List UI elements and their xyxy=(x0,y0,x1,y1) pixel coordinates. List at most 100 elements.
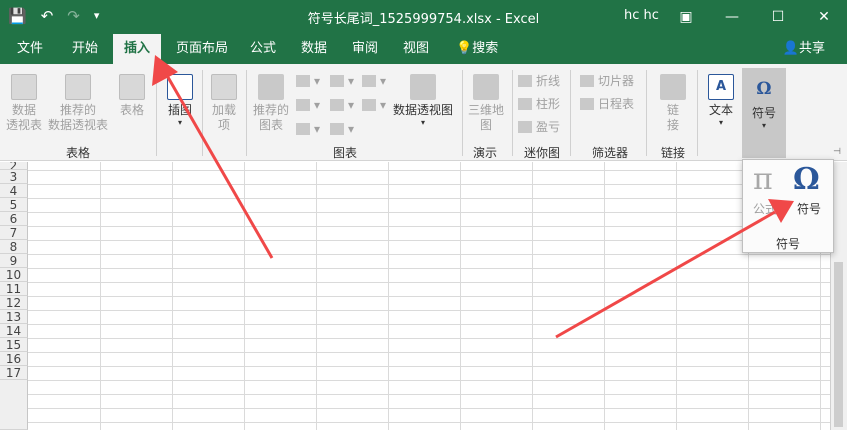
sparkline-line-button[interactable]: 折线 xyxy=(518,72,560,90)
row-header[interactable]: 12 xyxy=(0,296,28,310)
row-header[interactable]: 4 xyxy=(0,184,28,198)
illustrations-button[interactable]: 插图 ▾ xyxy=(163,74,197,128)
group-label-filters: 筛选器 xyxy=(591,146,628,160)
3d-map-button[interactable]: 三维地 图 xyxy=(466,74,506,133)
row-header[interactable]: 15 xyxy=(0,338,28,352)
statistic-chart-button[interactable]: ▾ xyxy=(330,96,354,114)
grid-line xyxy=(28,226,830,227)
grid-line xyxy=(28,352,830,353)
line-chart-icon xyxy=(296,99,310,111)
row-header[interactable]: 11 xyxy=(0,282,28,296)
save-icon[interactable]: 💾 xyxy=(8,6,27,26)
row-header[interactable]: 7 xyxy=(0,226,28,240)
row-header[interactable]: 9 xyxy=(0,254,28,268)
link-label-1: 链 xyxy=(666,103,679,117)
tab-data[interactable]: 数据 xyxy=(290,34,338,64)
minimize-icon[interactable]: — xyxy=(709,0,755,34)
pivottable-button[interactable]: 数据 透视表 xyxy=(4,74,44,133)
row-header[interactable]: 6 xyxy=(0,212,28,226)
tab-page-layout[interactable]: 页面布局 xyxy=(165,34,239,64)
quick-access-toolbar: 💾 ↶ ↷ ▾ xyxy=(8,6,99,26)
addins-label-1: 加载 xyxy=(211,103,236,117)
recommended-charts-button[interactable]: 推荐的 图表 xyxy=(250,74,292,133)
timeline-icon xyxy=(580,98,594,110)
slicer-button[interactable]: 切片器 xyxy=(580,72,634,90)
equation-icon[interactable]: π xyxy=(753,162,773,197)
close-icon[interactable]: ✕ xyxy=(801,0,847,34)
sparkline-winloss-button[interactable]: 盈亏 xyxy=(518,118,560,136)
tab-review[interactable]: 审阅 xyxy=(341,34,389,64)
combo-chart-button[interactable]: ▾ xyxy=(362,96,386,114)
pie-chart-icon xyxy=(296,123,310,135)
worksheet-grid[interactable]: 2 3 4 5 6 7 8 9 10 11 12 13 14 15 16 17 xyxy=(0,162,830,430)
row-header[interactable]: 2 xyxy=(0,162,28,170)
grid-line xyxy=(244,162,245,430)
illustrations-label: 插图 xyxy=(167,103,192,117)
collapse-ribbon-icon[interactable]: ⊣ xyxy=(833,147,841,157)
line-chart-button[interactable]: ▾ xyxy=(296,96,320,114)
text-label: 文本 xyxy=(708,103,733,117)
group-label-sparklines: 迷你图 xyxy=(523,146,560,160)
pivotchart-button[interactable]: 数据透视图 ▾ xyxy=(392,74,454,128)
maximize-icon[interactable]: ☐ xyxy=(755,0,801,34)
timeline-label: 日程表 xyxy=(598,97,635,111)
undo-icon[interactable]: ↶ xyxy=(41,6,54,26)
sparkline-column-icon xyxy=(518,98,532,110)
grid-line xyxy=(28,282,830,283)
row-header[interactable]: 16 xyxy=(0,352,28,366)
addins-button[interactable]: 加载 项 xyxy=(206,74,242,133)
row-header[interactable]: 17 xyxy=(0,366,28,380)
slicer-label: 切片器 xyxy=(598,74,635,88)
user-name[interactable]: hc hc xyxy=(624,8,659,23)
ribbon-display-icon[interactable]: ▣ xyxy=(663,0,709,34)
sparkline-column-button[interactable]: 柱形 xyxy=(518,95,560,113)
recommended-pivottable-button[interactable]: 推荐的 数据透视表 xyxy=(46,74,110,133)
hierarchy-chart-icon xyxy=(330,75,344,87)
tab-file[interactable]: 文件 xyxy=(6,34,54,64)
ribbon-insert: 数据 透视表 推荐的 数据透视表 表格 表格 插图 ▾ 加载 项 推荐的 图表 … xyxy=(0,64,847,161)
row-header[interactable]: 8 xyxy=(0,240,28,254)
row-header[interactable]: 10 xyxy=(0,268,28,282)
row-header[interactable]: 14 xyxy=(0,324,28,338)
grid-line xyxy=(28,240,830,241)
symbol-icon[interactable]: Ω xyxy=(793,162,820,197)
grid-line xyxy=(28,422,830,423)
grid-line xyxy=(28,254,830,255)
group-separator xyxy=(570,70,571,156)
tab-home[interactable]: 开始 xyxy=(61,34,109,64)
sparkline-line-icon xyxy=(518,75,532,87)
sparkline-winloss-label: 盈亏 xyxy=(536,120,561,134)
recommended-pivottable-icon xyxy=(65,74,91,100)
pie-chart-button[interactable]: ▾ xyxy=(296,120,320,138)
tab-formulas[interactable]: 公式 xyxy=(239,34,287,64)
waterfall-chart-button[interactable]: ▾ xyxy=(362,72,386,90)
title-bar: 💾 ↶ ↷ ▾ 符号长尾词_1525999754.xlsx - Excel hc… xyxy=(0,0,847,34)
text-button[interactable]: A 文本 ▾ xyxy=(702,74,740,128)
table-button[interactable]: 表格 xyxy=(114,74,150,118)
recommended-pivottable-label-1: 推荐的 xyxy=(59,103,96,117)
tab-view[interactable]: 视图 xyxy=(392,34,440,64)
table-label: 表格 xyxy=(119,103,144,117)
timeline-button[interactable]: 日程表 xyxy=(580,95,634,113)
grid-line xyxy=(28,408,830,409)
column-chart-button[interactable]: ▾ xyxy=(296,72,320,90)
tell-me-search[interactable]: 💡搜索 xyxy=(445,34,509,64)
symbol-label[interactable]: 符号 xyxy=(797,200,821,217)
customize-quick-access-icon[interactable]: ▾ xyxy=(94,6,100,26)
symbols-label: 符号 xyxy=(751,106,776,120)
row-header[interactable]: 3 xyxy=(0,170,28,184)
share-button[interactable]: 👤共享 xyxy=(783,34,825,64)
equation-label[interactable]: 公式 xyxy=(753,200,777,217)
redo-icon[interactable]: ↷ xyxy=(67,6,80,26)
link-button[interactable]: 链 接 xyxy=(654,74,692,133)
tab-insert[interactable]: 插入 xyxy=(113,34,162,64)
hierarchy-chart-button[interactable]: ▾ xyxy=(330,72,354,90)
scatter-chart-button[interactable]: ▾ xyxy=(330,120,354,138)
scrollbar-thumb[interactable] xyxy=(834,262,843,427)
row-header[interactable]: 13 xyxy=(0,310,28,324)
symbols-button[interactable]: Ω 符号 ▾ xyxy=(742,68,786,158)
row-header[interactable]: 5 xyxy=(0,198,28,212)
grid-line xyxy=(28,184,830,185)
pivotchart-label: 数据透视图 xyxy=(392,103,453,117)
group-separator xyxy=(512,70,513,156)
